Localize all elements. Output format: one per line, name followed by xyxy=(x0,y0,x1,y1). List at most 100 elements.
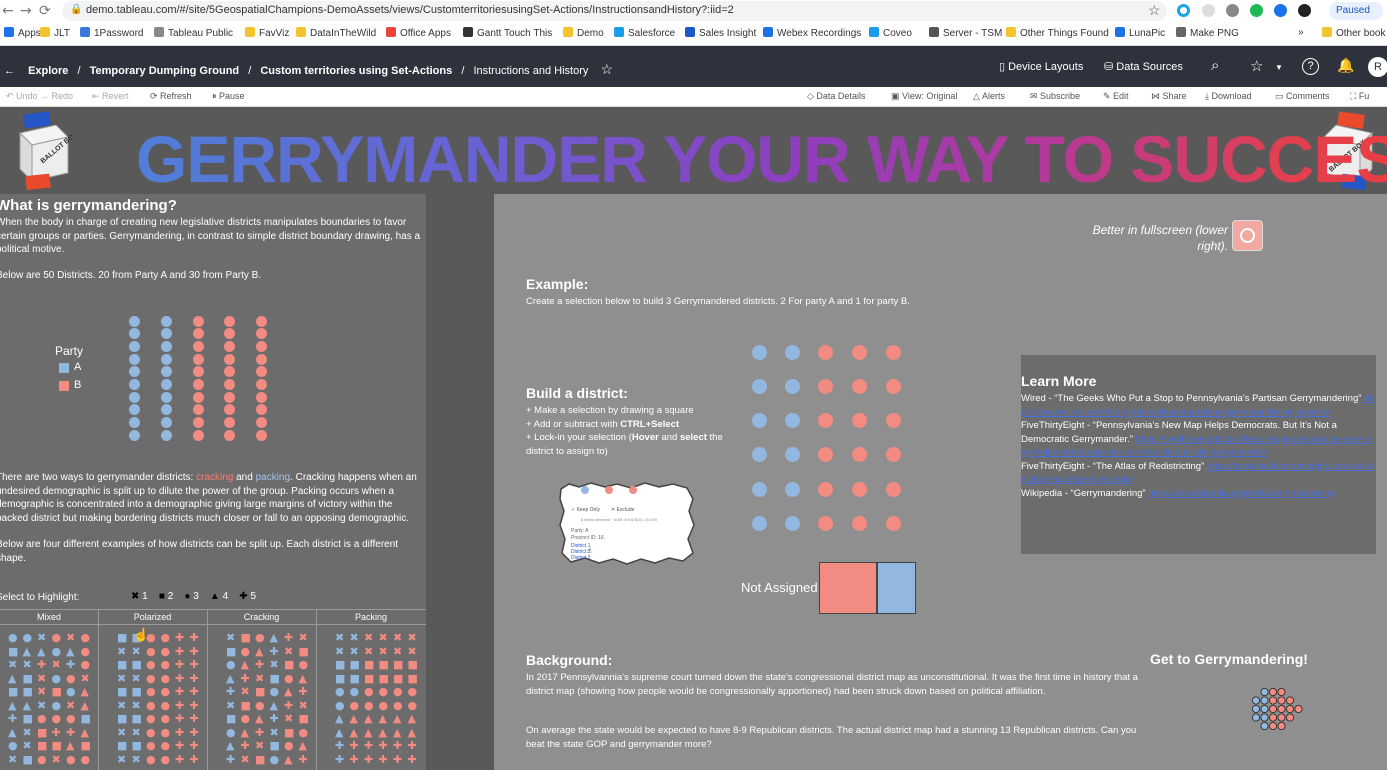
circle-icon[interactable]: ● xyxy=(146,646,156,657)
bookmark-item[interactable]: Demo xyxy=(563,27,604,39)
square-icon[interactable]: ■ xyxy=(255,686,265,697)
district-dot[interactable] xyxy=(255,340,267,352)
square-icon[interactable]: ■ xyxy=(299,646,309,657)
square-icon[interactable]: ■ xyxy=(284,659,294,670)
cross-x-icon[interactable]: ✖ xyxy=(408,632,417,643)
square-icon[interactable]: ■ xyxy=(8,686,18,697)
cross-x-icon[interactable]: ✖ xyxy=(23,740,32,751)
plus-icon[interactable]: ✚ xyxy=(175,686,184,697)
notifications-bell-icon[interactable]: 🔔 xyxy=(1337,57,1354,74)
bookmark-item[interactable]: Office Apps xyxy=(386,27,451,39)
favorite-star-icon[interactable]: ☆ xyxy=(600,61,613,77)
triangle-icon[interactable]: ▲ xyxy=(81,700,89,711)
extension-icon[interactable] xyxy=(1202,4,1215,17)
district-dot[interactable] xyxy=(255,379,267,390)
triangle-icon[interactable]: ▲ xyxy=(335,713,343,724)
circle-icon[interactable]: ● xyxy=(241,646,251,657)
district-dot[interactable] xyxy=(255,417,267,429)
plus-icon[interactable]: ✚ xyxy=(393,754,402,765)
plus-icon[interactable]: ✚ xyxy=(175,754,184,765)
cross-x-icon[interactable]: ✖ xyxy=(52,659,61,670)
district-dot[interactable] xyxy=(223,315,235,327)
plus-icon[interactable]: ✚ xyxy=(335,754,344,765)
square-icon[interactable]: ■ xyxy=(241,632,251,643)
district-dot[interactable] xyxy=(192,353,204,365)
triangle-icon[interactable]: ▲ xyxy=(37,646,45,657)
square-icon[interactable]: ■ xyxy=(255,754,265,765)
square-icon[interactable]: ■ xyxy=(23,754,33,765)
plus-icon[interactable]: ✚ xyxy=(299,754,308,765)
circle-icon[interactable]: ● xyxy=(350,700,360,711)
plus-icon[interactable]: ✚ xyxy=(190,754,199,765)
circle-icon[interactable]: ● xyxy=(299,727,309,738)
circle-icon[interactable]: ● xyxy=(81,646,91,657)
triangle-icon[interactable]: ▲ xyxy=(379,713,387,724)
cross-x-icon[interactable]: ✖ xyxy=(393,632,402,643)
district-dot[interactable] xyxy=(223,404,235,416)
bookmark-item[interactable]: DataInTheWild xyxy=(296,27,376,39)
square-icon[interactable]: ■ xyxy=(408,673,418,684)
precinct-dot[interactable] xyxy=(885,412,901,428)
cross-x-icon[interactable]: ✖ xyxy=(241,686,250,697)
cross-x-icon[interactable]: ✖ xyxy=(66,700,75,711)
cross-x-icon[interactable]: ✖ xyxy=(37,673,46,684)
redo-button[interactable]: → Redo xyxy=(40,91,73,101)
extension-icon[interactable] xyxy=(1226,4,1239,17)
circle-icon[interactable]: ● xyxy=(146,754,156,765)
circle-icon[interactable]: ● xyxy=(408,700,418,711)
circle-icon[interactable]: ● xyxy=(81,754,91,765)
precinct-dot[interactable] xyxy=(784,446,800,462)
circle-icon[interactable]: ● xyxy=(146,673,156,684)
precinct-dot[interactable] xyxy=(885,378,901,394)
plus-icon[interactable]: ✚ xyxy=(393,740,402,751)
district-dot[interactable] xyxy=(160,366,172,378)
cross-x-icon[interactable]: ✖ xyxy=(284,646,293,657)
district-dot[interactable] xyxy=(255,353,267,365)
circle-icon[interactable]: ● xyxy=(37,713,47,724)
triangle-icon[interactable]: ▲ xyxy=(284,686,292,697)
plus-icon[interactable]: ✚ xyxy=(190,673,199,684)
circle-icon[interactable]: ● xyxy=(364,686,374,697)
circle-icon[interactable]: ● xyxy=(393,686,403,697)
data-details-button[interactable]: ◇ Data Details xyxy=(807,91,865,102)
plus-icon[interactable]: ✚ xyxy=(350,754,359,765)
plus-icon[interactable]: ✚ xyxy=(241,740,250,751)
cross-x-icon[interactable]: ✖ xyxy=(23,659,32,670)
plus-icon[interactable]: ✚ xyxy=(175,713,184,724)
circle-icon[interactable]: ● xyxy=(161,754,171,765)
precinct-dot[interactable] xyxy=(784,378,800,394)
cross-x-icon[interactable]: ✖ xyxy=(408,646,417,657)
square-icon[interactable]: ■ xyxy=(335,659,345,670)
district-dot[interactable] xyxy=(255,404,267,416)
comments-button[interactable]: ▭ Comments xyxy=(1275,91,1330,102)
square-icon[interactable]: ■ xyxy=(23,713,33,724)
square-icon[interactable]: ■ xyxy=(117,740,127,751)
district-dot[interactable] xyxy=(223,379,235,390)
square-icon[interactable]: ■ xyxy=(408,659,418,670)
triangle-icon[interactable]: ▲ xyxy=(8,727,16,738)
district-dot[interactable] xyxy=(192,417,204,429)
bookmark-item[interactable]: JLT xyxy=(40,27,70,39)
square-icon[interactable]: ■ xyxy=(52,740,62,751)
square-icon[interactable]: ■ xyxy=(226,646,236,657)
district-dot[interactable] xyxy=(160,379,172,390)
square-icon[interactable]: ■ xyxy=(8,646,18,657)
precinct-dot[interactable] xyxy=(784,481,800,497)
pause-button[interactable]: ⏸ Pause xyxy=(212,91,245,102)
precinct-dot[interactable] xyxy=(851,344,867,360)
district-dot[interactable] xyxy=(192,404,204,416)
cross-x-icon[interactable]: ✖ xyxy=(226,632,235,643)
precinct-dot[interactable] xyxy=(817,481,833,497)
cross-x-icon[interactable]: ✖ xyxy=(132,754,141,765)
plus-icon[interactable]: ✚ xyxy=(190,700,199,711)
bookmark-item[interactable]: Webex Recordings xyxy=(763,27,861,39)
plus-icon[interactable]: ✚ xyxy=(8,713,17,724)
cross-x-icon[interactable]: ✖ xyxy=(335,632,344,643)
plus-icon[interactable]: ✚ xyxy=(175,659,184,670)
district-dot[interactable] xyxy=(128,353,140,365)
address-bar[interactable]: 🔒 demo.tableau.com/#/site/5GeospatialCha… xyxy=(62,1,1167,21)
plus-icon[interactable]: ✚ xyxy=(284,700,293,711)
not-assigned-party-a[interactable] xyxy=(877,562,916,614)
square-icon[interactable]: ■ xyxy=(393,659,403,670)
district-dot[interactable] xyxy=(128,379,140,390)
